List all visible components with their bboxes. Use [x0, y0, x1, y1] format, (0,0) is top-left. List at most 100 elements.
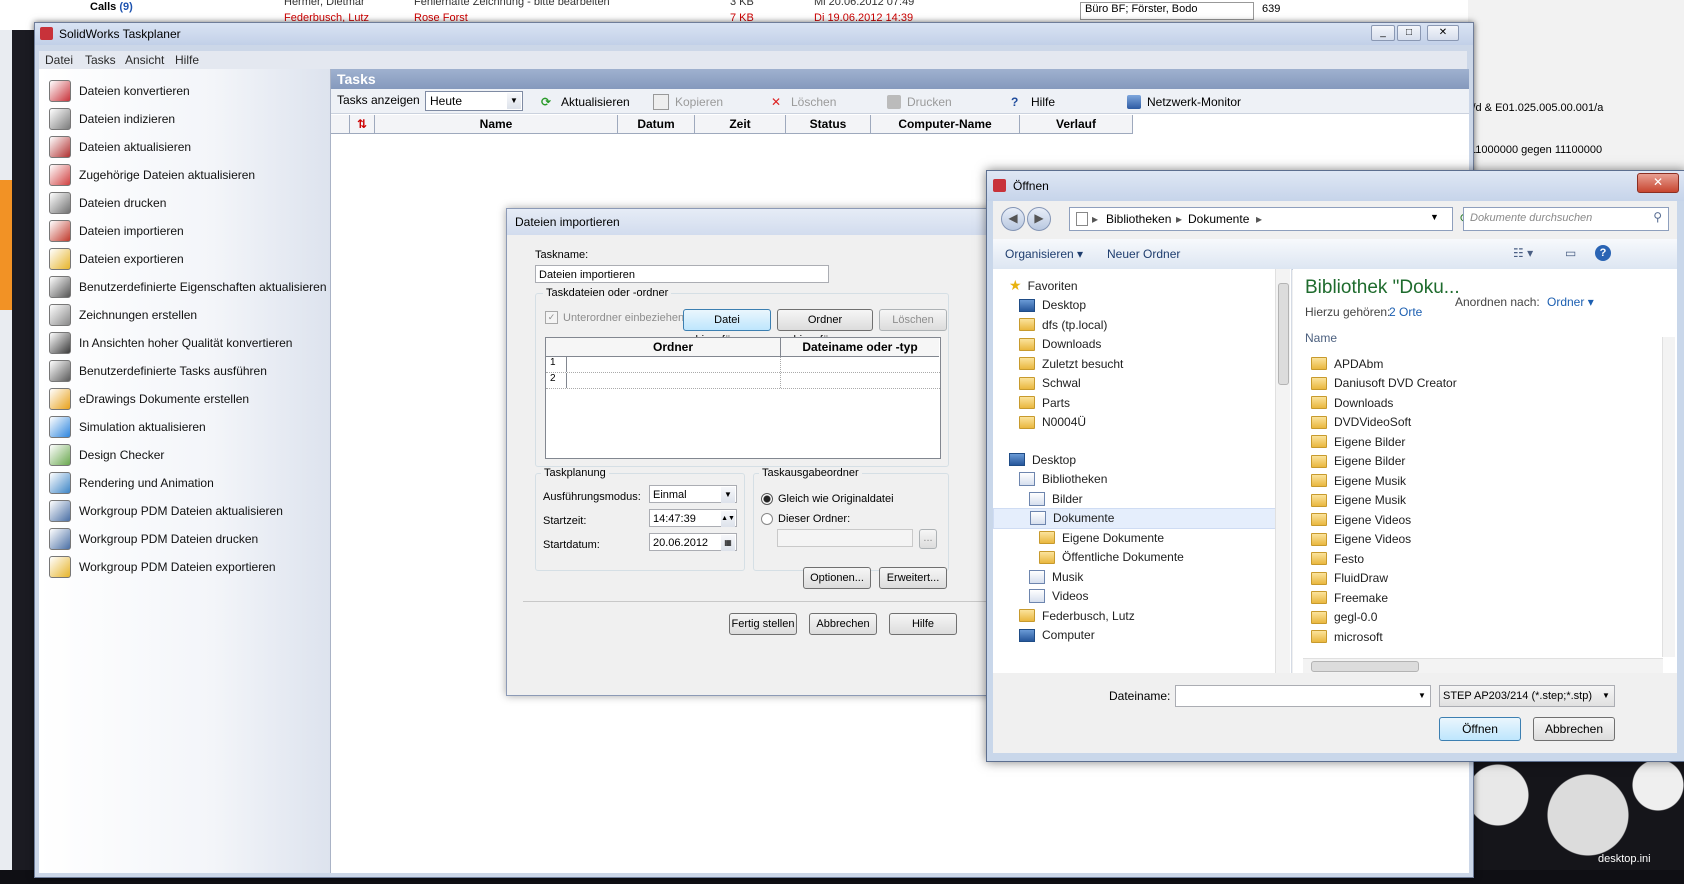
- this-folder-radio[interactable]: Dieser Ordner:: [761, 513, 850, 525]
- horizontal-scrollbar[interactable]: [1303, 658, 1663, 673]
- includes-link[interactable]: 2 Orte: [1389, 305, 1422, 319]
- spinner-icon[interactable]: ▲▼: [721, 511, 735, 527]
- include-subfolders-checkbox[interactable]: ✓ Unterordner einbeziehen: [545, 311, 684, 324]
- column-folder[interactable]: Ordner: [566, 338, 781, 357]
- start-date-input[interactable]: 20.06.2012 ▦: [649, 533, 737, 551]
- desktop-ini-label[interactable]: desktop.ini: [1598, 853, 1651, 865]
- open-button[interactable]: Öffnen: [1439, 717, 1521, 741]
- title-bar[interactable]: SolidWorks Taskplaner _ □ ✕: [35, 23, 1473, 45]
- menu-ansicht[interactable]: Ansicht: [125, 53, 164, 67]
- scroll-thumb[interactable]: [1311, 661, 1419, 672]
- nav-item[interactable]: Öffentliche Dokumente: [993, 547, 1283, 568]
- sidebar-item[interactable]: Zeichnungen erstellen: [49, 301, 329, 329]
- add-file-button[interactable]: Datei hinzufügen...: [683, 309, 771, 346]
- cancel-button[interactable]: Abbrechen: [809, 613, 877, 635]
- sidebar-item[interactable]: Simulation aktualisieren: [49, 413, 329, 441]
- list-item[interactable]: FluidDraw: [1311, 568, 1388, 589]
- sidebar-item[interactable]: Benutzerdefinierte Eigenschaften aktuali…: [49, 273, 329, 301]
- column-time[interactable]: Zeit: [695, 115, 786, 133]
- mail-folder-calls[interactable]: Calls (9): [90, 1, 133, 13]
- nav-item[interactable]: Bilder: [993, 488, 1283, 509]
- sidebar-item[interactable]: Workgroup PDM Dateien drucken: [49, 525, 329, 553]
- add-folder-button[interactable]: Ordner hinzufügen...: [777, 309, 873, 346]
- column-history[interactable]: Verlauf: [1020, 115, 1133, 133]
- search-input[interactable]: Dokumente durchsuchen ⚲: [1463, 207, 1669, 231]
- finish-button[interactable]: Fertig stellen: [729, 613, 797, 635]
- sidebar-item[interactable]: Workgroup PDM Dateien exportieren: [49, 553, 329, 581]
- list-item[interactable]: gegl-0.0: [1311, 607, 1377, 628]
- column-filename[interactable]: Dateiname oder -typ: [781, 338, 939, 357]
- list-item[interactable]: Daniusoft DVD Creator: [1311, 373, 1457, 394]
- nav-item[interactable]: ★ Favoriten: [993, 275, 1283, 296]
- sidebar-item[interactable]: Dateien indizieren: [49, 105, 329, 133]
- sidebar-item[interactable]: In Ansichten hoher Qualität konvertieren: [49, 329, 329, 357]
- chevron-down-icon[interactable]: ▼: [1430, 212, 1439, 222]
- sidebar-item[interactable]: Zugehörige Dateien aktualisieren: [49, 161, 329, 189]
- list-item[interactable]: Festo: [1311, 548, 1364, 569]
- column-computer-name[interactable]: Computer-Name: [871, 115, 1020, 133]
- nav-item[interactable]: Musik: [993, 566, 1283, 587]
- refresh-button[interactable]: ⟳ Aktualisieren: [541, 93, 630, 111]
- table-row[interactable]: 1: [546, 357, 940, 373]
- list-item[interactable]: DVDVideoSoft: [1311, 412, 1411, 433]
- menu-datei[interactable]: Datei: [45, 53, 73, 67]
- list-item[interactable]: Downloads: [1311, 392, 1393, 413]
- sidebar-item[interactable]: Dateien exportieren: [49, 245, 329, 273]
- open-title-bar[interactable]: Öffnen ✕: [987, 171, 1684, 201]
- nav-item[interactable]: Federbusch, Lutz: [993, 605, 1283, 626]
- address-bar[interactable]: ▸ Bibliotheken ▸ Dokumente ▸ ▼: [1069, 207, 1453, 231]
- sidebar-item[interactable]: Workgroup PDM Dateien aktualisieren: [49, 497, 329, 525]
- list-item[interactable]: APDAbm: [1311, 353, 1383, 374]
- nav-item[interactable]: Parts: [993, 392, 1283, 413]
- new-folder-button[interactable]: Neuer Ordner: [1107, 247, 1180, 261]
- browse-button[interactable]: ...: [919, 529, 937, 549]
- delete-button[interactable]: ✕ Löschen: [771, 93, 836, 111]
- list-item[interactable]: Eigene Musik: [1311, 470, 1406, 491]
- nav-item[interactable]: Computer: [993, 625, 1283, 646]
- output-folder-input[interactable]: [777, 529, 913, 547]
- column-status[interactable]: Status: [786, 115, 871, 133]
- preview-pane-icon[interactable]: ▭: [1565, 246, 1576, 260]
- copy-button[interactable]: Kopieren: [653, 93, 723, 111]
- nav-item[interactable]: N0004Ü: [993, 412, 1283, 433]
- mode-select[interactable]: Einmal ▼: [649, 485, 737, 503]
- sidebar-item[interactable]: Dateien konvertieren: [49, 77, 329, 105]
- taskname-input[interactable]: Dateien importieren: [535, 265, 829, 283]
- sidebar-item[interactable]: Rendering und Animation: [49, 469, 329, 497]
- filename-input[interactable]: ▼: [1175, 685, 1431, 707]
- import-title-bar[interactable]: Dateien importieren: [507, 209, 1002, 235]
- column-name[interactable]: Name: [375, 115, 618, 133]
- forward-button[interactable]: ▶: [1027, 207, 1051, 231]
- nav-item[interactable]: Desktop: [993, 449, 1283, 470]
- start-time-input[interactable]: 14:47:39 ▲▼: [649, 509, 737, 527]
- nav-item[interactable]: Bibliotheken: [993, 469, 1283, 490]
- list-item[interactable]: Eigene Videos: [1311, 509, 1411, 530]
- sidebar-item[interactable]: Benutzerdefinierte Tasks ausführen: [49, 357, 329, 385]
- same-as-original-radio[interactable]: Gleich wie Originaldatei: [761, 493, 894, 505]
- network-monitor-button[interactable]: Netzwerk-Monitor: [1127, 93, 1241, 111]
- view-icon[interactable]: ☷ ▾: [1513, 246, 1533, 260]
- calendar-icon[interactable]: ▦: [721, 535, 735, 551]
- column-date[interactable]: Datum: [618, 115, 695, 133]
- options-button[interactable]: Optionen...: [803, 567, 871, 589]
- table-row[interactable]: 2: [546, 373, 940, 389]
- list-item[interactable]: Eigene Videos: [1311, 529, 1411, 550]
- list-item[interactable]: Eigene Bilder: [1311, 431, 1405, 452]
- print-button[interactable]: Drucken: [887, 93, 952, 111]
- menu-hilfe[interactable]: Hilfe: [175, 53, 199, 67]
- back-button[interactable]: ◀: [1001, 207, 1025, 231]
- list-item[interactable]: microsoft: [1311, 626, 1383, 647]
- sidebar-item[interactable]: eDrawings Dokumente erstellen: [49, 385, 329, 413]
- list-item[interactable]: Eigene Bilder: [1311, 451, 1405, 472]
- close-button[interactable]: ✕: [1637, 173, 1679, 193]
- maximize-button[interactable]: □: [1397, 25, 1421, 41]
- minimize-button[interactable]: _: [1371, 25, 1395, 41]
- nav-item[interactable]: Downloads: [993, 334, 1283, 355]
- file-type-select[interactable]: STEP AP203/214 (*.step;*.stp) ▼: [1439, 685, 1615, 707]
- list-item[interactable]: Eigene Musik: [1311, 490, 1406, 511]
- nav-item[interactable]: Schwal: [993, 373, 1283, 394]
- nav-item[interactable]: Desktop: [993, 295, 1283, 316]
- breadcrumb-dokumente[interactable]: Dokumente: [1188, 212, 1249, 226]
- scroll-thumb[interactable]: [1278, 283, 1289, 385]
- organize-button[interactable]: Organisieren ▾: [1005, 247, 1083, 261]
